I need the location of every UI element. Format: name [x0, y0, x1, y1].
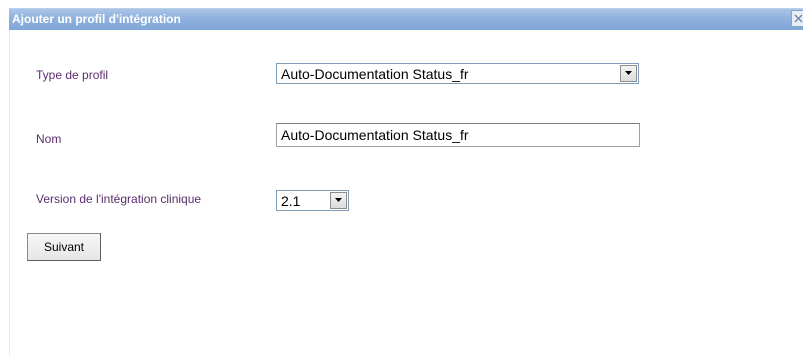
chevron-down-icon: [335, 198, 342, 202]
close-icon: [794, 14, 803, 23]
profile-type-selected-value: Auto-Documentation Status_fr: [281, 66, 469, 82]
clinical-version-dropdown-button[interactable]: [330, 192, 347, 209]
next-button[interactable]: Suivant: [27, 233, 101, 261]
clinical-version-select[interactable]: 2.1: [276, 190, 349, 211]
clinical-version-selected-value: 2.1: [281, 193, 301, 209]
profile-type-dropdown-button[interactable]: [620, 65, 637, 82]
name-field[interactable]: [276, 123, 640, 147]
close-button[interactable]: [791, 10, 803, 27]
name-label: Nom: [36, 132, 62, 146]
dialog-titlebar: Ajouter un profil d'intégration: [9, 8, 803, 30]
add-integration-profile-dialog: Ajouter un profil d'intégration Type de …: [0, 0, 803, 356]
dialog-content: Type de profil Auto-Documentation Status…: [9, 30, 803, 356]
profile-type-label: Type de profil: [36, 68, 109, 82]
dialog-title: Ajouter un profil d'intégration: [12, 12, 181, 26]
profile-type-select[interactable]: Auto-Documentation Status_fr: [276, 63, 639, 84]
chevron-down-icon: [625, 71, 632, 75]
clinical-version-label: Version de l'intégration clinique: [36, 192, 202, 206]
